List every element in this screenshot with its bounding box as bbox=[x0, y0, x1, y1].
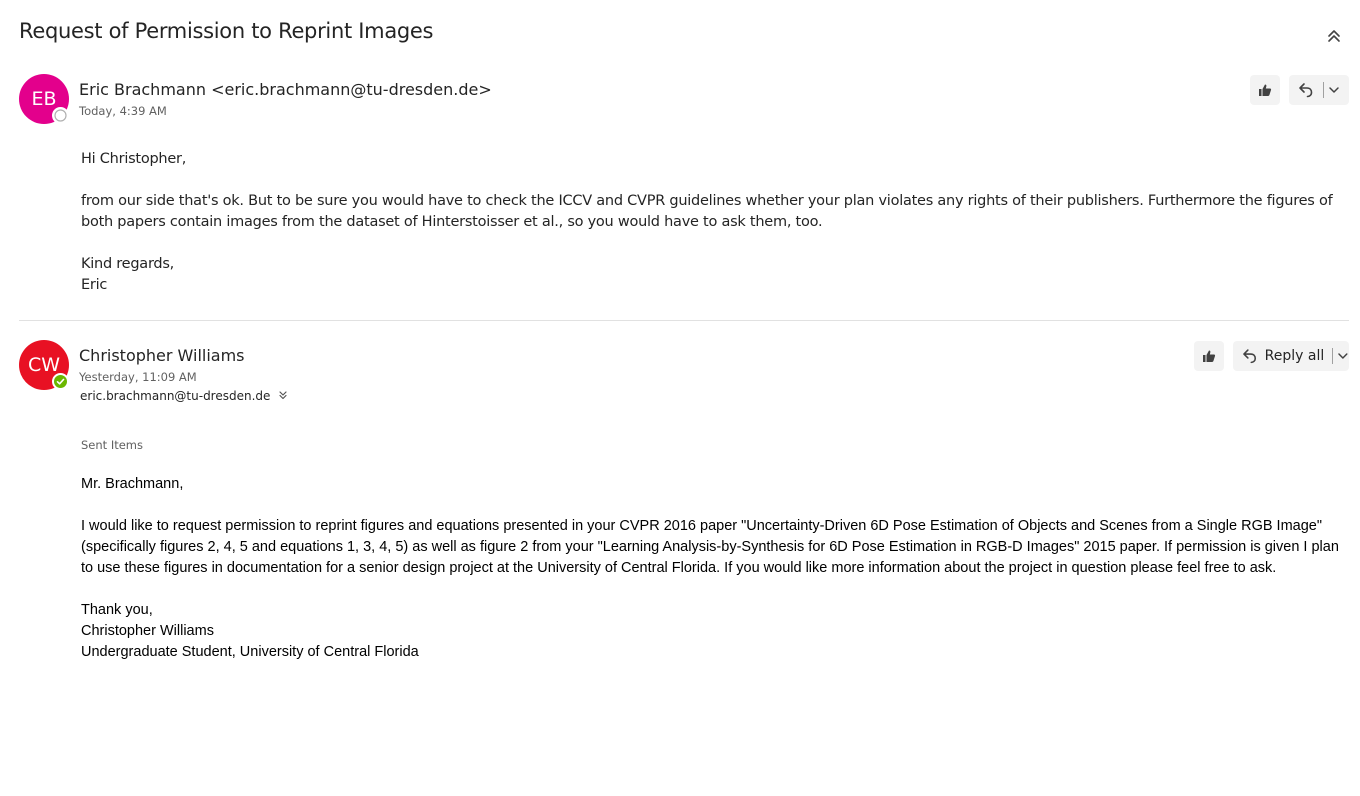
reply-all-button-group[interactable]: Reply all bbox=[1233, 341, 1349, 371]
like-button[interactable] bbox=[1250, 75, 1280, 105]
message-body: Mr. Brachmann, I would like to request p… bbox=[81, 474, 1351, 663]
body-paragraph: Eric bbox=[81, 277, 108, 293]
message-timestamp: Yesterday, 11:09 AM bbox=[79, 370, 197, 384]
email-subject: Request of Permission to Reprint Images bbox=[19, 19, 434, 43]
body-paragraph: Undergraduate Student, University of Cen… bbox=[81, 644, 419, 660]
avatar-initials: EB bbox=[31, 88, 57, 110]
reply-button-group[interactable] bbox=[1289, 75, 1349, 105]
body-paragraph: Hi Christopher, bbox=[81, 151, 187, 167]
button-separator bbox=[1323, 82, 1324, 98]
button-separator bbox=[1332, 348, 1334, 364]
body-paragraph: from our side that's ok. But to be sure … bbox=[81, 193, 1333, 230]
body-paragraph: Mr. Brachmann, bbox=[81, 476, 184, 492]
presence-available-icon bbox=[52, 373, 69, 390]
chevron-down-icon[interactable] bbox=[1328, 84, 1340, 96]
reply-all-label[interactable]: Reply all bbox=[1265, 348, 1325, 364]
reply-all-icon[interactable] bbox=[1241, 347, 1259, 365]
body-paragraph: Kind regards, bbox=[81, 256, 175, 272]
recipient-list[interactable]: eric.brachmann@tu-dresden.de bbox=[80, 389, 289, 403]
body-paragraph: Christopher Williams bbox=[81, 623, 214, 639]
reply-icon[interactable] bbox=[1297, 81, 1315, 99]
like-button[interactable] bbox=[1194, 341, 1224, 371]
sender-name[interactable]: Christopher Williams bbox=[79, 346, 245, 365]
recipient-email[interactable]: eric.brachmann@tu-dresden.de bbox=[80, 389, 270, 403]
folder-label: Sent Items bbox=[81, 438, 143, 452]
thumbs-up-icon bbox=[1203, 350, 1216, 362]
chevron-double-down-icon[interactable] bbox=[277, 389, 289, 401]
message-divider bbox=[19, 320, 1349, 321]
message-timestamp: Today, 4:39 AM bbox=[79, 104, 167, 118]
message-body: Hi Christopher, from our side that's ok.… bbox=[81, 149, 1351, 296]
thumbs-up-icon bbox=[1259, 84, 1272, 96]
presence-away-icon bbox=[52, 107, 69, 124]
avatar-initials: CW bbox=[27, 354, 61, 376]
body-paragraph: I would like to request permission to re… bbox=[81, 518, 1339, 576]
chevron-down-icon[interactable] bbox=[1337, 350, 1349, 362]
chevron-double-up-icon[interactable] bbox=[1322, 24, 1346, 48]
body-paragraph: Thank you, bbox=[81, 602, 153, 618]
sender-name[interactable]: Eric Brachmann <eric.brachmann@tu-dresde… bbox=[79, 80, 492, 99]
